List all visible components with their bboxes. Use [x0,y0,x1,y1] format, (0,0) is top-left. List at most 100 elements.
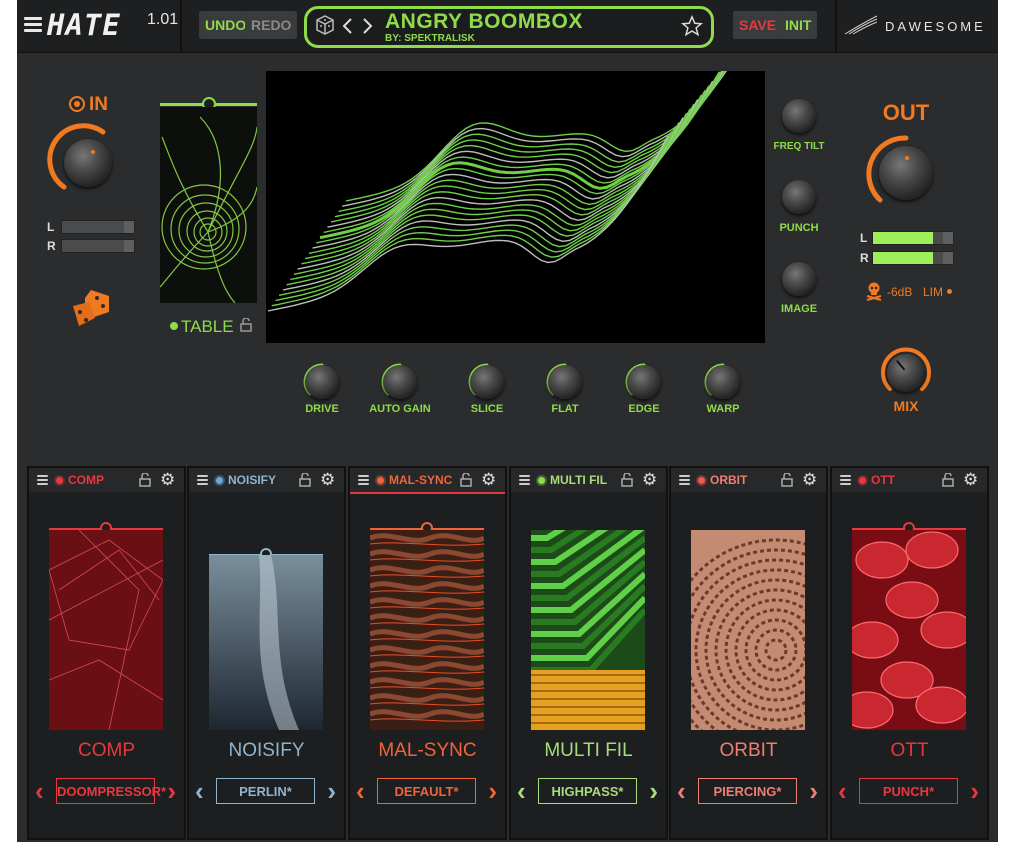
prev-module-preset-icon[interactable]: ‹ [838,778,847,804]
module-tab-title[interactable]: NOISIFY [228,473,276,487]
table-lock-icon[interactable] [240,318,252,332]
module-menu-icon[interactable] [37,473,48,487]
waveform-3d-display[interactable] [266,71,765,343]
module-tab-title[interactable]: OTT [871,473,895,487]
next-module-preset-icon[interactable]: › [327,778,336,804]
input-label: IN [89,94,108,115]
module-tab-title[interactable]: ORBIT [710,473,747,487]
next-module-preset-icon[interactable]: › [167,778,176,804]
module-lock-icon[interactable] [460,473,472,487]
prev-module-preset-icon[interactable]: ‹ [35,778,44,804]
punch-knob[interactable] [782,180,816,214]
warp-knob[interactable] [706,365,740,399]
limiter-db[interactable]: -6dB [887,285,912,299]
module-menu-icon[interactable] [358,473,369,487]
save-button[interactable]: SAVE [733,11,783,39]
module-tab-title[interactable]: MULTI FIL [550,473,607,487]
next-module-preset-icon[interactable]: › [649,778,658,804]
next-preset-icon[interactable] [362,17,374,35]
randomize-dice-icon[interactable] [71,288,113,332]
module-lock-icon[interactable] [621,473,633,487]
image-label: IMAGE [780,303,818,315]
module-tab-title[interactable]: COMP [68,473,104,487]
preset-name[interactable]: ANGRY BOOMBOX [385,10,583,34]
module-preset-selector[interactable]: DOOMPRESSOR* [56,778,166,804]
module-enable-dot[interactable] [859,477,866,484]
module-texture-image[interactable] [852,530,966,730]
module-preset-selector[interactable]: HIGHPASS* [538,778,637,804]
module-settings-gear-icon[interactable]: ⚙ [963,471,978,488]
module-slot-ott: OTT ⚙ OTT ‹ PUNCH* › [830,466,989,840]
module-texture-image[interactable] [531,530,645,730]
wavetable-thumbnail[interactable] [160,107,257,303]
module-preset-selector[interactable]: PERLIN* [216,778,315,804]
module-texture-image[interactable] [370,530,484,730]
auto-gain-knob[interactable] [383,365,417,399]
module-header[interactable]: MAL-SYNC ⚙ [350,468,505,492]
module-slot-multi-fil: MULTI FIL ⚙ MULTI FIL ‹ HIGHPASS* › [509,466,668,840]
output-meter-r-label: R [860,251,869,265]
limiter-toggle[interactable] [947,289,952,294]
preset-browser[interactable]: ANGRY BOOMBOX BY: SPEKTRALISK [304,6,714,48]
prev-preset-icon[interactable] [341,17,353,35]
module-menu-icon[interactable] [197,473,208,487]
module-settings-gear-icon[interactable]: ⚙ [160,471,175,488]
module-texture-image[interactable] [49,530,163,730]
module-header[interactable]: OTT ⚙ [832,468,987,492]
prev-module-preset-icon[interactable]: ‹ [677,778,686,804]
module-settings-gear-icon[interactable]: ⚙ [802,471,817,488]
main-menu-icon[interactable] [24,14,42,35]
image-knob[interactable] [782,262,816,296]
module-enable-dot[interactable] [56,477,63,484]
prev-module-preset-icon[interactable]: ‹ [356,778,365,804]
module-menu-icon[interactable] [679,473,690,487]
next-module-preset-icon[interactable]: › [970,778,979,804]
edge-knob[interactable] [627,365,661,399]
module-lock-icon[interactable] [299,473,311,487]
slice-knob[interactable] [470,365,504,399]
slice-label: SLICE [470,403,504,415]
module-enable-dot[interactable] [698,477,705,484]
divider [180,0,182,52]
flat-knob[interactable] [548,365,582,399]
module-lock-icon[interactable] [781,473,793,487]
module-enable-dot[interactable] [216,477,223,484]
prev-module-preset-icon[interactable]: ‹ [517,778,526,804]
divider [835,0,837,52]
module-enable-dot[interactable] [538,477,545,484]
module-header[interactable]: MULTI FIL ⚙ [511,468,666,492]
module-header[interactable]: NOISIFY ⚙ [189,468,344,492]
favorite-star-icon[interactable] [681,15,703,37]
next-module-preset-icon[interactable]: › [809,778,818,804]
module-lock-icon[interactable] [942,473,954,487]
input-gain-knob[interactable] [64,139,112,187]
init-button[interactable]: INIT [779,11,818,39]
freq-tilt-knob[interactable] [782,99,816,133]
table-enable-dot[interactable] [170,322,178,330]
next-module-preset-icon[interactable]: › [488,778,497,804]
module-preset-selector[interactable]: PIERCING* [698,778,797,804]
prev-module-preset-icon[interactable]: ‹ [195,778,204,804]
module-texture-image[interactable] [691,530,805,730]
redo-button[interactable]: REDO [245,11,298,39]
module-settings-gear-icon[interactable]: ⚙ [642,471,657,488]
random-preset-icon[interactable] [315,15,335,35]
module-preset-selector[interactable]: PUNCH* [859,778,958,804]
module-tab-title[interactable]: MAL-SYNC [389,473,452,487]
output-gain-knob[interactable] [879,146,933,200]
mix-knob[interactable] [887,354,925,392]
module-settings-gear-icon[interactable]: ⚙ [481,471,496,488]
module-header[interactable]: COMP ⚙ [29,468,184,492]
drive-knob[interactable] [305,365,339,399]
module-settings-gear-icon[interactable]: ⚙ [320,471,335,488]
module-enable-dot[interactable] [377,477,384,484]
mix-label: MIX [893,398,919,414]
input-enable-toggle[interactable] [69,96,85,112]
module-menu-icon[interactable] [840,473,851,487]
module-header[interactable]: ORBIT ⚙ [671,468,826,492]
module-lock-icon[interactable] [139,473,151,487]
module-menu-icon[interactable] [519,473,530,487]
module-name: MULTI FIL [544,740,633,761]
module-preset-selector[interactable]: DEFAULT* [377,778,476,804]
module-texture-image[interactable] [209,530,323,730]
